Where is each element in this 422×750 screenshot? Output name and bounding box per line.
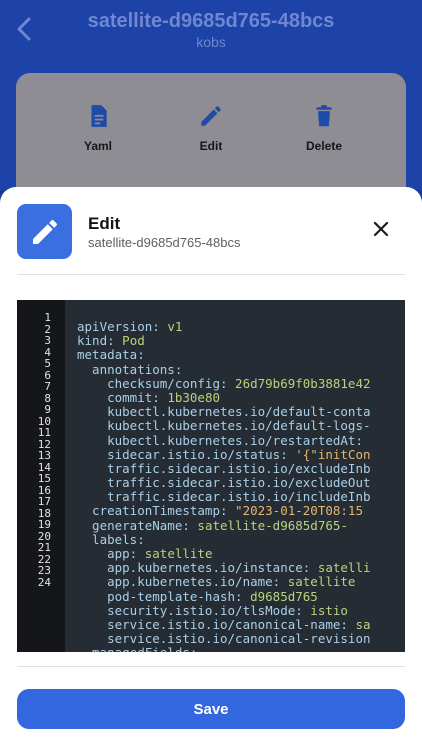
line-number: 17 xyxy=(37,495,51,508)
code-line: pod-template-hash: d9685d765 xyxy=(77,588,318,604)
code-line: kubectl.kubernetes.io/restartedAt: xyxy=(77,432,363,448)
code-line: kind: Pod xyxy=(77,333,145,349)
edit-sheet: Edit satellite-d9685d765-48bcs 123456789… xyxy=(0,187,422,750)
line-number: 11 xyxy=(37,426,51,439)
pencil-icon xyxy=(201,106,221,126)
code-line: generateName: satellite-d9685d765- xyxy=(77,517,348,533)
code-line: managedFields: xyxy=(77,646,405,652)
edit-action-button[interactable]: Edit xyxy=(161,103,261,155)
line-number: 21 xyxy=(37,541,51,554)
code-line: app.kubernetes.io/name: satellite xyxy=(77,574,356,590)
line-number: 13 xyxy=(37,449,51,462)
code-line: traffic.sidecar.istio.io/excludeOut xyxy=(77,475,371,491)
trash-icon xyxy=(316,105,332,127)
edit-sheet-icon xyxy=(17,204,72,259)
sheet-subtitle: satellite-d9685d765-48bcs xyxy=(88,235,241,250)
line-number: 2 xyxy=(44,322,51,336)
code-line: checksum/config: 26d79b69f0b3881e42 xyxy=(77,375,371,391)
edit-action-label: Edit xyxy=(199,139,223,153)
code-line: kubectl.kubernetes.io/default-conta xyxy=(77,404,371,420)
yaml-action-button[interactable]: Yaml xyxy=(48,103,148,155)
yaml-code-editor[interactable]: 1 2 3 4 5 6 7 8 9 10 11 12 13 14 15 16 17 18 19 20 21 22 23 24 … xyxy=(17,300,405,652)
code-line: traffic.sidecar.istio.io/excludeInb xyxy=(77,460,371,476)
sheet-title: Edit xyxy=(88,214,121,233)
line-number-gutter: 1 2 3 4 5 6 7 8 9 10 11 12 13 14 15 16 17 18 19 20 21 22 23 24 xyxy=(17,300,65,652)
code-line: labels: xyxy=(77,531,145,547)
code-line: app: satellite xyxy=(77,546,213,561)
delete-action-button[interactable]: Delete xyxy=(274,103,374,155)
code-line: service.istio.io/canonical-name: sa xyxy=(77,616,371,632)
code-content[interactable]: apiVersion: v1 kind: Pod metadata: annotat… xyxy=(77,319,405,652)
code-line: apiVersion: v1 xyxy=(77,319,183,334)
line-number: 5 xyxy=(44,357,51,370)
code-line: metadata: xyxy=(77,347,145,363)
yaml-action-label: Yaml xyxy=(83,139,113,153)
page-title: satellite-d9685d765-48bcs xyxy=(87,10,335,32)
save-button[interactable]: Save xyxy=(17,689,405,729)
line-number: 9 xyxy=(44,403,51,416)
document-icon xyxy=(91,105,107,127)
close-button[interactable] xyxy=(368,216,394,242)
line-number: 1 xyxy=(44,311,51,324)
code-line: commit: 1b30e80 xyxy=(77,389,221,405)
code-line: traffic.sidecar.istio.io/includeInb xyxy=(77,489,371,505)
line-number: 15 xyxy=(37,472,51,485)
code-line: security.istio.io/tlsMode: istio xyxy=(77,602,348,618)
code-line: creationTimestamp: "2023-01-20T08:15 xyxy=(77,503,363,519)
divider xyxy=(17,666,405,667)
line-number: 24 xyxy=(37,575,51,589)
line-number: 6 xyxy=(44,368,51,382)
code-line: sidecar.istio.io/status: '{"initCon xyxy=(77,446,371,462)
code-line: kubectl.kubernetes.io/default-logs- xyxy=(77,418,371,434)
line-number: 3 xyxy=(44,334,51,347)
line-number: 7 xyxy=(44,380,51,393)
close-icon xyxy=(373,221,389,237)
delete-action-label: Delete xyxy=(305,139,343,153)
pencil-icon xyxy=(32,219,57,244)
line-number: 4 xyxy=(44,345,51,359)
code-line: annotations: xyxy=(77,361,183,377)
code-line: app.kubernetes.io/instance: satelli xyxy=(77,560,371,576)
line-number: 23 xyxy=(37,564,51,577)
divider xyxy=(17,274,405,275)
line-number: 19 xyxy=(37,518,51,531)
line-number: 8 xyxy=(44,391,51,405)
page-subtitle: kobs xyxy=(196,34,226,50)
code-line: service.istio.io/canonical-revision xyxy=(77,631,371,647)
